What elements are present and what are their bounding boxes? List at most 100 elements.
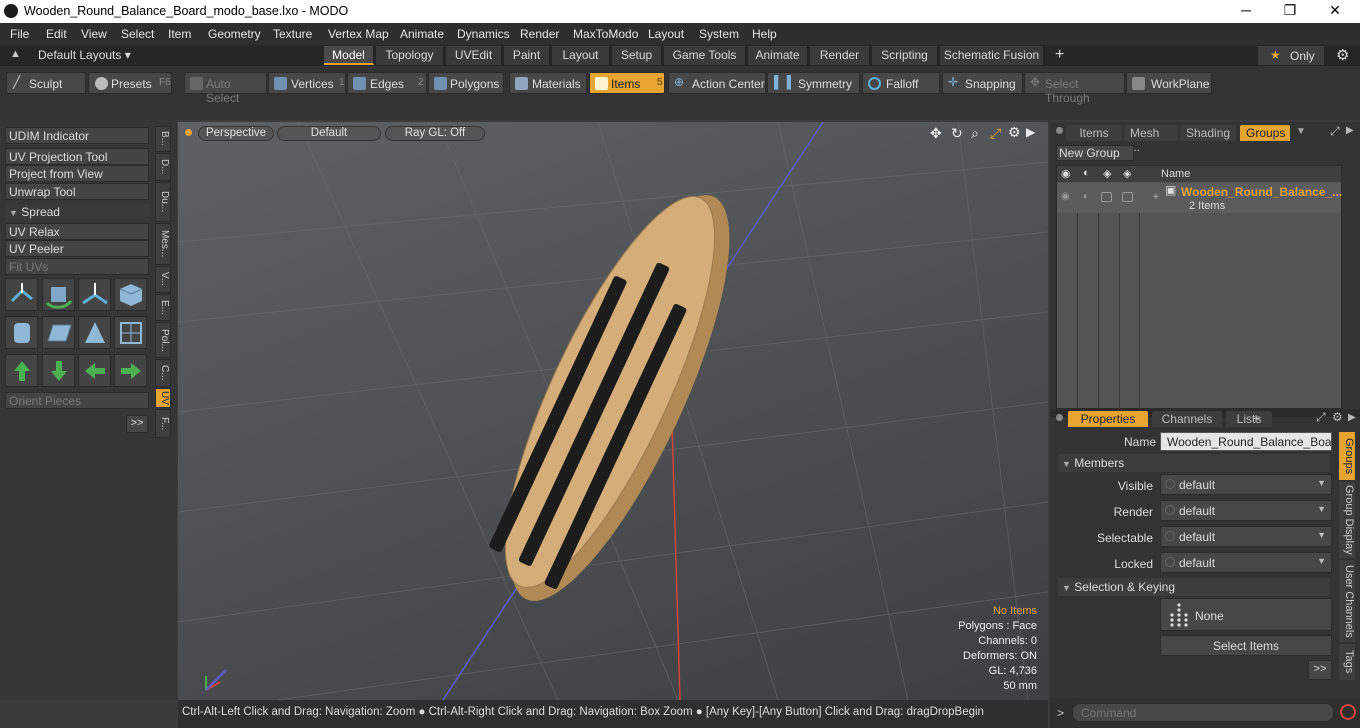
perspective-button[interactable]: Perspective [198, 126, 274, 141]
menu-render[interactable]: Render [520, 27, 559, 41]
spread-section[interactable]: ▼ Spread [5, 204, 149, 221]
vtab-mesh[interactable]: Mes... [155, 223, 171, 265]
maximize-button[interactable]: ❐ [1280, 2, 1300, 19]
auto-select-button[interactable]: Auto Select [184, 72, 267, 105]
properties-expand-icon[interactable]: ⤢ [1316, 410, 1326, 425]
tab-uvedit[interactable]: UVEdit [446, 46, 502, 65]
falloff-button[interactable]: Falloff [862, 72, 940, 94]
properties-more-button[interactable]: >> [1308, 660, 1332, 680]
uv-move-tool-icon[interactable] [78, 278, 111, 311]
workplane-button[interactable]: WorkPlane [1126, 72, 1212, 94]
uv-planar-tool-icon[interactable] [42, 316, 75, 349]
vtab-uv[interactable]: UV [155, 388, 171, 408]
locked-dropdown[interactable]: default ▼ [1160, 552, 1332, 573]
menu-view[interactable]: View [81, 27, 107, 41]
tab-paint[interactable]: Paint [504, 46, 550, 65]
group-row[interactable]: ◉ ◐ + ▣ Wooden_Round_Balance_... 2 Items [1057, 183, 1342, 213]
row-select-checkbox[interactable] [1101, 192, 1112, 202]
menu-file[interactable]: File [10, 27, 29, 41]
items-button[interactable]: Items 5 [589, 72, 665, 94]
action-center-button[interactable]: ⊕ Action Center [668, 72, 766, 94]
menu-system[interactable]: System [699, 27, 739, 41]
vtab-deform[interactable]: D... [155, 153, 171, 181]
symmetry-button[interactable]: ▌▐ Symmetry [767, 72, 860, 94]
keying-none-button[interactable]: None [1160, 598, 1332, 631]
edges-button[interactable]: Edges 2 [347, 72, 427, 94]
groups-tab-menu-icon[interactable]: ▼ [1296, 126, 1306, 137]
row-visible-eye-icon[interactable]: ◉ [1061, 191, 1070, 202]
tab-setup[interactable]: Setup [612, 46, 662, 65]
vtab-curve[interactable]: C... [155, 359, 171, 387]
snapping-button[interactable]: ✛ Snapping [942, 72, 1023, 94]
vtab-duplicate[interactable]: Du... [155, 182, 171, 222]
only-toggle[interactable]: ★ Only [1258, 46, 1324, 65]
side-tab-tags[interactable]: Tags [1339, 644, 1355, 680]
select-through-button[interactable]: ✥ Select Through [1024, 72, 1125, 105]
uv-projection-tool-button[interactable]: UV Projection Tool [5, 148, 149, 165]
uv-pyramid-tool-icon[interactable] [78, 316, 111, 349]
uv-box-tool-icon[interactable] [114, 278, 147, 311]
minimize-button[interactable]: ─ [1236, 2, 1256, 18]
tab-game-tools[interactable]: Game Tools [664, 46, 746, 65]
menu-layout[interactable]: Layout [648, 27, 684, 41]
default-layouts-dropdown[interactable]: Default Layouts ▾ [38, 48, 131, 62]
rotate-view-icon[interactable]: ↻ [951, 125, 963, 142]
menu-animate[interactable]: Animate [400, 27, 444, 41]
menu-vertex-map[interactable]: Vertex Map [328, 27, 389, 41]
menu-item[interactable]: Item [168, 27, 191, 41]
vtab-vertex[interactable]: V... [155, 266, 171, 293]
uv-align-up-icon[interactable] [5, 354, 38, 387]
vtab-basic[interactable]: B... [155, 126, 171, 152]
move-view-icon[interactable]: ✥ [930, 125, 942, 142]
row-expand-icon[interactable]: + [1153, 192, 1159, 203]
tab-mesh[interactable]: Mesh ... [1124, 125, 1178, 154]
3d-viewport[interactable]: Perspective Default Ray GL: Off ✥ ↻ ⌕ ⤢ … [178, 122, 1048, 700]
uv-align-down-icon[interactable] [42, 354, 75, 387]
tab-animate[interactable]: Animate [748, 46, 808, 65]
menu-select[interactable]: Select [121, 27, 154, 41]
properties-arrow-icon[interactable]: ▶ [1348, 412, 1356, 423]
record-macro-icon[interactable] [1340, 704, 1356, 720]
uv-peeler-button[interactable]: UV Peeler [5, 240, 149, 257]
row-lock-checkbox[interactable] [1122, 192, 1133, 202]
select-items-button[interactable]: Select Items [1160, 635, 1332, 656]
groups-panel-arrow-icon[interactable]: ▶ [1346, 125, 1354, 136]
uv-align-right-icon[interactable] [114, 354, 147, 387]
selection-keying-section[interactable]: ▼ Selection & Keying [1058, 578, 1330, 596]
properties-gear-icon[interactable]: ⚙ [1332, 410, 1343, 424]
uv-align-left-icon[interactable] [78, 354, 111, 387]
row-render-icon[interactable]: ◐ [1083, 191, 1089, 202]
tab-items[interactable]: Items [1066, 125, 1122, 141]
new-group-button[interactable]: New Group [1056, 145, 1134, 161]
udim-indicator-button[interactable]: UDIM Indicator [5, 127, 149, 144]
tab-groups[interactable]: Groups [1240, 125, 1290, 141]
vtab-edge[interactable]: E... [155, 294, 171, 321]
side-tab-groups[interactable]: Groups [1339, 432, 1355, 480]
uv-relax-button[interactable]: UV Relax [5, 223, 149, 240]
default-shading-button[interactable]: Default [277, 126, 381, 141]
layout-settings-gear-icon[interactable]: ⚙ [1336, 46, 1349, 64]
menu-help[interactable]: Help [752, 27, 777, 41]
command-input[interactable] [1072, 703, 1334, 722]
fit-uvs-button[interactable]: Fit UVs [5, 258, 149, 275]
uv-cylinder-tool-icon[interactable] [5, 316, 38, 349]
vtab-fusion[interactable]: F... [155, 409, 171, 438]
menu-texture[interactable]: Texture [273, 27, 312, 41]
orient-pieces-button[interactable]: Orient Pieces [5, 392, 149, 409]
tab-channels[interactable]: Channels [1152, 411, 1222, 427]
polygons-button[interactable]: Polygons [428, 72, 504, 94]
members-section[interactable]: ▼ Members [1058, 454, 1330, 472]
tab-shading[interactable]: Shading [1180, 125, 1236, 141]
vertices-button[interactable]: Vertices 1 [268, 72, 346, 94]
presets-button[interactable]: Presets F6 [88, 72, 172, 94]
group-name-field[interactable]: Wooden_Round_Balance_Board ( [1160, 432, 1332, 451]
project-from-view-button[interactable]: Project from View [5, 165, 149, 182]
materials-button[interactable]: Materials [509, 72, 587, 94]
tab-layout[interactable]: Layout [552, 46, 610, 65]
unwrap-tool-button[interactable]: Unwrap Tool [5, 183, 149, 200]
groups-list[interactable]: ◉ ◐ ◈ ◈ Name ◉ ◐ + ▣ Wooden_Round_Balanc… [1056, 165, 1342, 410]
tab-scripting[interactable]: Scripting [872, 46, 938, 65]
add-property-tab-button[interactable]: + [1252, 410, 1260, 426]
add-layout-button[interactable]: + [1055, 46, 1064, 64]
close-button[interactable]: ✕ [1325, 2, 1345, 19]
